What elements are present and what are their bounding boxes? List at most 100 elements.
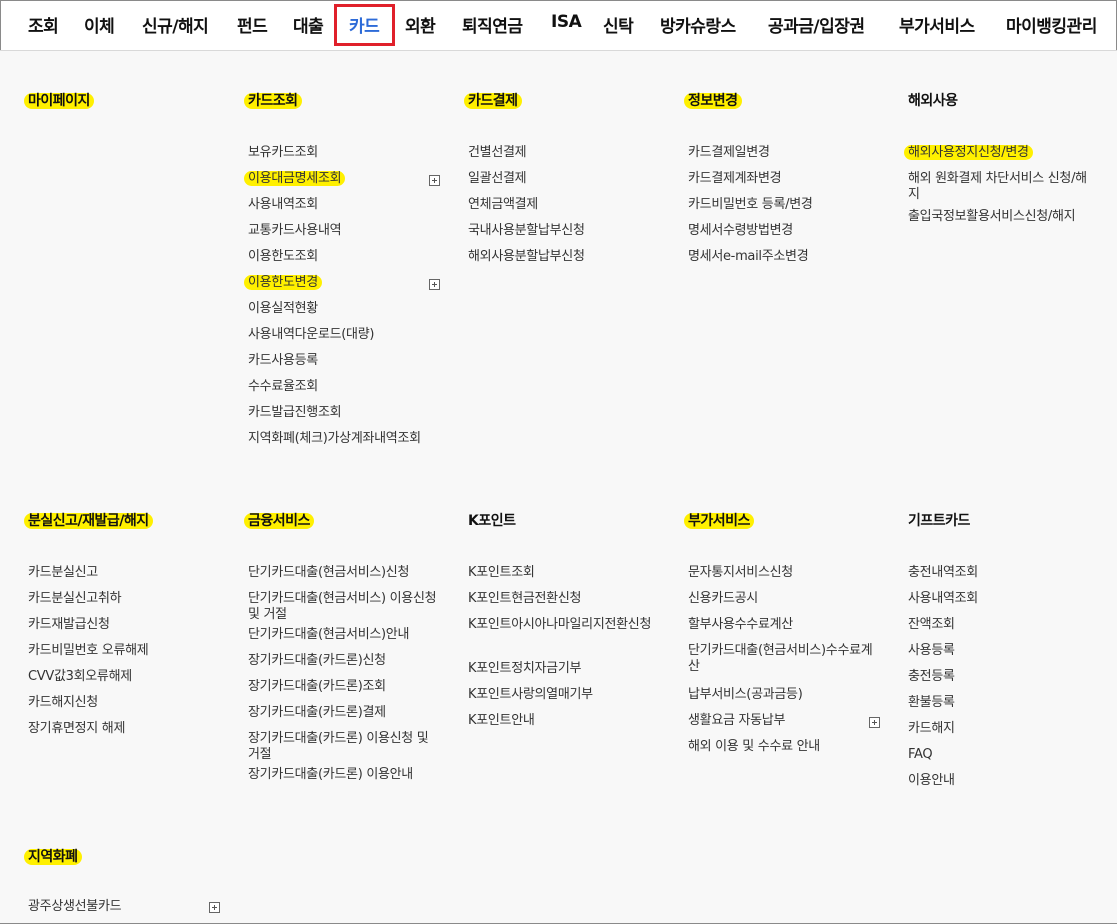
menu-link-reissue[interactable]: 카드재발급신청 xyxy=(28,617,228,633)
section-title-card-inquiry[interactable]: 카드조회 xyxy=(244,90,302,110)
menu-link-performance[interactable]: 이용실적현황 xyxy=(248,301,448,317)
menu-link-card-password[interactable]: 카드비밀번호 등록/변경 xyxy=(688,197,888,213)
menu-link-sms-notification[interactable]: 문자통지서비스신청 xyxy=(688,565,888,581)
menu-link-installment-fee-calc[interactable]: 할부사용수수료계산 xyxy=(688,617,888,633)
menu-link-statement-email[interactable]: 명세서e-mail주소변경 xyxy=(688,249,888,265)
nav-transfer[interactable]: 이체 xyxy=(84,12,115,37)
menu-link-kpoint-inquiry[interactable]: K포인트조회 xyxy=(468,565,668,581)
menu-link-cvv-error-reset[interactable]: CVV값3회오류해제 xyxy=(28,669,228,685)
menu-link-dormant-release[interactable]: 장기휴면정지 해제 xyxy=(28,721,228,737)
menu-link-balance[interactable]: 잔액조회 xyxy=(908,617,1098,633)
top-navigation: 조회 이체 신규/해지 펀드 대출 카드 외환 퇴직연금 ISA 신탁 방카슈랑… xyxy=(0,0,1117,51)
menu-link-kpoint-political[interactable]: K포인트정치자금기부 xyxy=(468,661,668,677)
menu-link-card-loan-apply[interactable]: 장기카드대출(카드론)신청 xyxy=(248,653,448,669)
active-nav-indicator xyxy=(334,4,395,46)
menu-link-auto-payment[interactable]: 생활요금 자동납부 xyxy=(688,713,888,729)
section-title-giftcard[interactable]: 기프트카드 xyxy=(908,510,970,530)
menu-link-kpoint-cash[interactable]: K포인트현금전환신청 xyxy=(468,591,668,607)
nav-utility-tickets[interactable]: 공과금/입장권 xyxy=(768,12,865,37)
menu-link-payment-date[interactable]: 카드결제일변경 xyxy=(688,145,888,161)
menu-link-usage-history[interactable]: 사용내역조회 xyxy=(248,197,448,213)
menu-link-gift-usage-history[interactable]: 사용내역조회 xyxy=(908,591,1098,607)
nav-fund[interactable]: 펀드 xyxy=(237,12,268,37)
menu-link-usage-registration[interactable]: 사용등록 xyxy=(908,643,1098,659)
menu-link-fee-rate[interactable]: 수수료율조회 xyxy=(248,379,448,395)
nav-additional-services[interactable]: 부가서비스 xyxy=(899,12,975,37)
nav-forex[interactable]: 외환 xyxy=(405,12,436,37)
menu-link-kpoint-guide[interactable]: K포인트안내 xyxy=(468,713,668,729)
expand-plus-icon[interactable] xyxy=(429,175,440,186)
menu-link-kpoint-asiana[interactable]: K포인트아시아나마일리지전환신청 xyxy=(468,617,658,633)
menu-link-overseas-installment[interactable]: 해외사용분할납부신청 xyxy=(468,249,668,265)
menu-link-single-prepay[interactable]: 건별선결제 xyxy=(468,145,668,161)
menu-link-cash-service-fee-calc[interactable]: 단기카드대출(현금서비스)수수료계산 xyxy=(688,643,878,675)
menu-link-charge-history[interactable]: 충전내역조회 xyxy=(908,565,1098,581)
menu-link-charge-registration[interactable]: 충전등록 xyxy=(908,669,1098,685)
menu-link-statement-method[interactable]: 명세서수령방법변경 xyxy=(688,223,888,239)
menu-link-domestic-installment[interactable]: 국내사용분할납부신청 xyxy=(468,223,668,239)
local-currency-list: 광주상생선불카드 xyxy=(28,899,228,919)
finance-list: 단기카드대출(현금서비스)신청 단기카드대출(현금서비스) 이용신청 및 거절 … xyxy=(248,565,448,793)
menu-link-gift-guide[interactable]: 이용안내 xyxy=(908,773,1098,789)
section-title-local-currency[interactable]: 지역화폐 xyxy=(24,846,82,866)
menu-link-payment-account[interactable]: 카드결제계좌변경 xyxy=(688,171,888,187)
menu-link-password-error-reset[interactable]: 카드비밀번호 오류해제 xyxy=(28,643,228,659)
menu-link-faq[interactable]: FAQ xyxy=(908,747,1098,763)
section-title-finance[interactable]: 금융서비스 xyxy=(244,510,314,530)
nav-trust[interactable]: 신탁 xyxy=(603,12,634,37)
card-inquiry-list: 보유카드조회 이용대금명세조회 사용내역조회 교통카드사용내역 이용한도조회 이… xyxy=(244,145,448,447)
menu-link-transit-history[interactable]: 교통카드사용내역 xyxy=(248,223,448,239)
menu-link-limit-inquiry[interactable]: 이용한도조회 xyxy=(248,249,448,265)
kpoint-list: K포인트조회 K포인트현금전환신청 K포인트아시아나마일리지전환신청 K포인트정… xyxy=(468,565,668,739)
menu-link-card-loan-payment[interactable]: 장기카드대출(카드론)결제 xyxy=(248,705,448,721)
menu-link-local-currency-account[interactable]: 지역화폐(체크)가상계좌내역조회 xyxy=(248,431,436,447)
section-title-mypage[interactable]: 마이페이지 xyxy=(24,90,94,110)
nav-bancassurance[interactable]: 방카슈랑스 xyxy=(660,12,736,37)
menu-link-bulk-prepay[interactable]: 일괄선결제 xyxy=(468,171,668,187)
overseas-list: 해외사용정지신청/변경 해외 원화결제 차단서비스 신청/해지 출입국정보활용서… xyxy=(904,145,1098,243)
menu-link-card-holdings[interactable]: 보유카드조회 xyxy=(248,145,448,161)
menu-link-card-loan-consent[interactable]: 장기카드대출(카드론) 이용신청 및 거절 xyxy=(248,731,438,763)
menu-link-limit-change[interactable]: 이용한도변경 xyxy=(244,275,448,291)
expand-plus-icon[interactable] xyxy=(869,717,880,728)
section-title-addon[interactable]: 부가서비스 xyxy=(684,510,754,530)
nav-loan[interactable]: 대출 xyxy=(293,12,324,37)
nav-mybanking[interactable]: 마이뱅킹관리 xyxy=(1006,12,1097,37)
section-title-card-payment[interactable]: 카드결제 xyxy=(464,90,522,110)
menu-link-overdue-payment[interactable]: 연체금액결제 xyxy=(468,197,668,213)
menu-link-card-loan-inquiry[interactable]: 장기카드대출(카드론)조회 xyxy=(248,679,448,695)
menu-link-payment-service[interactable]: 납부서비스(공과금등) xyxy=(688,687,888,703)
section-title-overseas[interactable]: 해외사용 xyxy=(908,90,958,110)
menu-link-cancel-lost-report[interactable]: 카드분실신고취하 xyxy=(28,591,228,607)
menu-link-card-loan-guide[interactable]: 장기카드대출(카드론) 이용안내 xyxy=(248,767,448,783)
menu-link-billing-statement[interactable]: 이용대금명세조회 xyxy=(244,171,448,187)
menu-link-card-cancel[interactable]: 카드해지신청 xyxy=(28,695,228,711)
section-title-lost-reissue[interactable]: 분실신고/재발급/해지 xyxy=(24,510,153,530)
menu-link-cash-service-apply[interactable]: 단기카드대출(현금서비스)신청 xyxy=(248,565,448,581)
nav-new-close[interactable]: 신규/해지 xyxy=(142,12,209,37)
menu-link-cash-service-guide[interactable]: 단기카드대출(현금서비스)안내 xyxy=(248,627,448,643)
menu-link-report-lost[interactable]: 카드분실신고 xyxy=(28,565,228,581)
section-title-kpoint[interactable]: K포인트 xyxy=(468,510,516,530)
nav-isa[interactable]: ISA xyxy=(551,12,582,32)
expand-plus-icon[interactable] xyxy=(429,279,440,290)
menu-link-krw-payment-block[interactable]: 해외 원화결제 차단서비스 신청/해지 xyxy=(908,171,1096,203)
menu-link-issuance-progress[interactable]: 카드발급진행조회 xyxy=(248,405,448,421)
expand-plus-icon[interactable] xyxy=(209,902,220,913)
card-payment-list: 건별선결제 일괄선결제 연체금액결제 국내사용분할납부신청 해외사용분할납부신청 xyxy=(468,145,668,275)
menu-link-immigration-info[interactable]: 출입국정보활용서비스신청/해지 xyxy=(908,209,1088,225)
menu-link-gwangju-prepaid[interactable]: 광주상생선불카드 xyxy=(28,899,228,915)
nav-pension[interactable]: 퇴직연금 xyxy=(462,12,523,37)
menu-link-overseas-suspend[interactable]: 해외사용정지신청/변경 xyxy=(904,145,1098,161)
menu-link-gift-card-cancel[interactable]: 카드해지 xyxy=(908,721,1098,737)
nav-inquiry[interactable]: 조회 xyxy=(28,12,59,37)
menu-link-bulk-download[interactable]: 사용내역다운로드(대량) xyxy=(248,327,448,343)
giftcard-list: 충전내역조회 사용내역조회 잔액조회 사용등록 충전등록 환불등록 카드해지 F… xyxy=(908,565,1098,799)
menu-link-overseas-fee-guide[interactable]: 해외 이용 및 수수료 안내 xyxy=(688,739,888,755)
menu-link-kpoint-charity[interactable]: K포인트사랑의열매기부 xyxy=(468,687,668,703)
menu-link-refund-registration[interactable]: 환불등록 xyxy=(908,695,1098,711)
menu-link-cash-service-consent[interactable]: 단기카드대출(현금서비스) 이용신청 및 거절 xyxy=(248,591,438,623)
menu-link-card-registration[interactable]: 카드사용등록 xyxy=(248,353,448,369)
section-title-info-change[interactable]: 정보변경 xyxy=(684,90,742,110)
menu-link-credit-disclosure[interactable]: 신용카드공시 xyxy=(688,591,888,607)
